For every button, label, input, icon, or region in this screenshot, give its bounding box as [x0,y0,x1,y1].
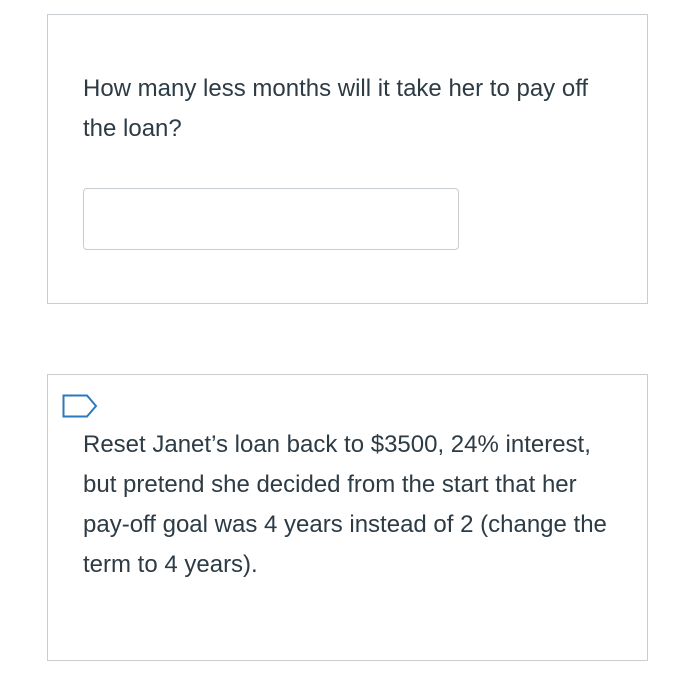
question-text: Reset Janet’s loan back to $3500, 24% in… [83,431,607,578]
question-card-1: How many less months will it take her to… [47,14,648,304]
question-text: How many less months will it take her to… [83,75,589,142]
flag-question-icon[interactable] [62,394,98,418]
answer-input[interactable] [83,188,459,250]
question-card-2: Reset Janet’s loan back to $3500, 24% in… [47,374,648,661]
